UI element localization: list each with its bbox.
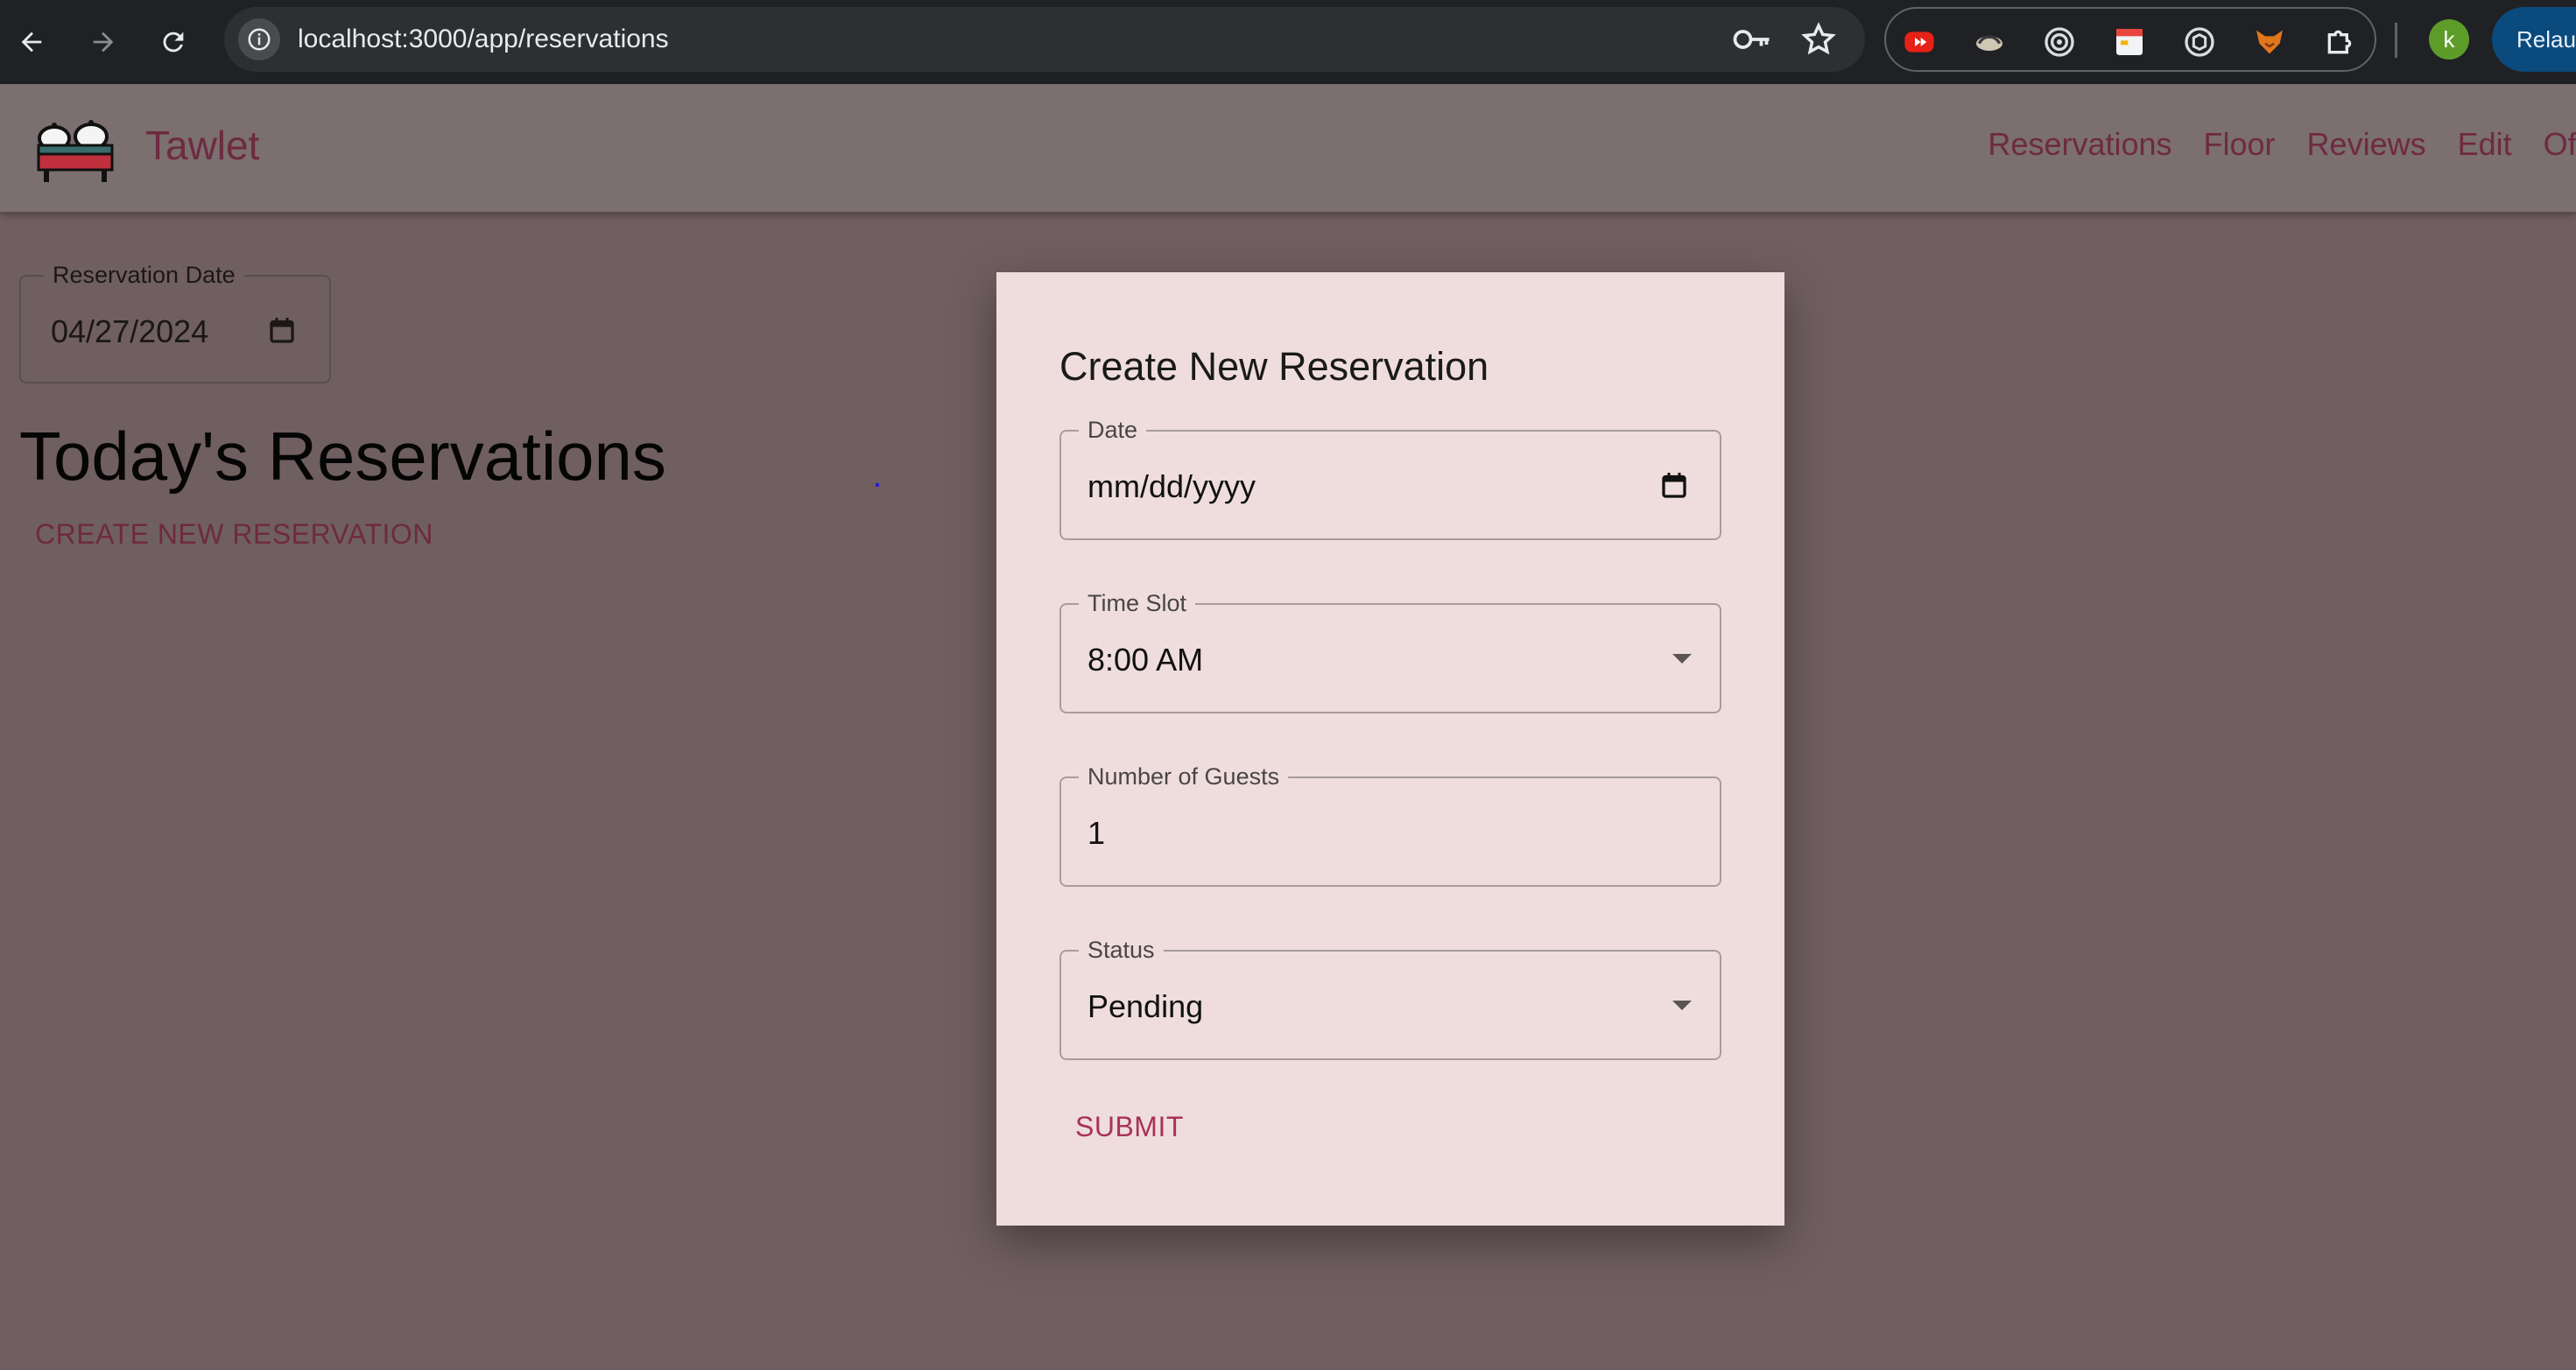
reload-icon: [163, 32, 184, 53]
nav-reviews[interactable]: Reviews: [2307, 126, 2426, 163]
date-input[interactable]: Date mm/dd/yyyy: [1059, 417, 1721, 540]
dropdown-arrow-icon[interactable]: [1672, 1001, 1692, 1010]
target-extension-icon[interactable]: [2042, 25, 2077, 60]
fox-extension-icon[interactable]: [2252, 25, 2287, 60]
site-info-icon[interactable]: [238, 18, 280, 60]
dialog-title: Create New Reservation: [1059, 344, 1489, 389]
url-text[interactable]: localhost:3000/app/reservations: [298, 7, 669, 72]
arrow-right-icon: [93, 32, 114, 53]
back-button[interactable]: [9, 19, 54, 65]
status-label: Status: [1079, 937, 1164, 964]
calendar-icon[interactable]: [266, 315, 298, 347]
relaunch-button[interactable]: Relau: [2492, 7, 2576, 72]
status-select[interactable]: Status Pending: [1059, 937, 1721, 1060]
guests-label: Number of Guests: [1079, 763, 1289, 790]
time-slot-value[interactable]: 8:00 AM: [1087, 642, 1203, 678]
key-icon[interactable]: [1732, 24, 1772, 55]
cursor-dot: [876, 483, 879, 487]
arrow-left-icon: [21, 32, 42, 53]
star-icon[interactable]: [1800, 21, 1837, 58]
address-bar[interactable]: localhost:3000/app/reservations: [224, 7, 1865, 72]
date-input-label: Date: [1079, 417, 1147, 444]
ai-extension-icon[interactable]: [2182, 25, 2217, 60]
nav-floor[interactable]: Floor: [2204, 126, 2276, 163]
nav-edit[interactable]: Edit: [2458, 126, 2512, 163]
forward-button[interactable]: [81, 19, 126, 65]
youtube-extension-icon[interactable]: [1902, 25, 1937, 60]
buffet-logo-icon[interactable]: [35, 112, 116, 184]
create-reservation-dialog: Create New Reservation Date mm/dd/yyyy T…: [996, 272, 1784, 1226]
create-reservation-button[interactable]: CREATE NEW RESERVATION: [35, 518, 433, 551]
extension-icon[interactable]: [1972, 25, 2007, 60]
time-slot-label: Time Slot: [1079, 590, 1196, 617]
app-header: Tawlet Reservations Floor Reviews Edit O…: [0, 84, 2576, 212]
time-slot-select[interactable]: Time Slot 8:00 AM: [1059, 590, 1721, 713]
toolbar-divider: [2395, 23, 2397, 58]
date-input-placeholder[interactable]: mm/dd/yyyy: [1087, 468, 1256, 505]
page-title: Today's Reservations: [19, 418, 666, 495]
guests-input[interactable]: Number of Guests 1: [1059, 763, 1721, 887]
calendar-icon[interactable]: [1658, 470, 1690, 502]
reservation-date-label: Reservation Date: [44, 262, 244, 289]
status-value[interactable]: Pending: [1087, 988, 1203, 1025]
browser-toolbar: localhost:3000/app/reservations k Relau: [0, 0, 2576, 84]
nav-offers[interactable]: Off: [2544, 126, 2576, 163]
submit-button[interactable]: SUBMIT: [1075, 1111, 1184, 1143]
calendar-extension-icon[interactable]: [2112, 25, 2147, 60]
reservation-date-field[interactable]: Reservation Date 04/27/2024: [19, 262, 331, 383]
reload-button[interactable]: [151, 19, 196, 65]
brand-name[interactable]: Tawlet: [145, 122, 259, 169]
extensions-group: [1884, 7, 2376, 72]
nav-reservations[interactable]: Reservations: [1988, 126, 2171, 163]
puzzle-icon[interactable]: [2322, 25, 2357, 60]
guests-value[interactable]: 1: [1087, 815, 1105, 852]
profile-avatar[interactable]: k: [2429, 19, 2469, 60]
main-nav: Reservations Floor Reviews Edit Off: [1988, 126, 2576, 163]
reservation-date-value[interactable]: 04/27/2024: [51, 313, 208, 350]
dropdown-arrow-icon[interactable]: [1672, 654, 1692, 664]
